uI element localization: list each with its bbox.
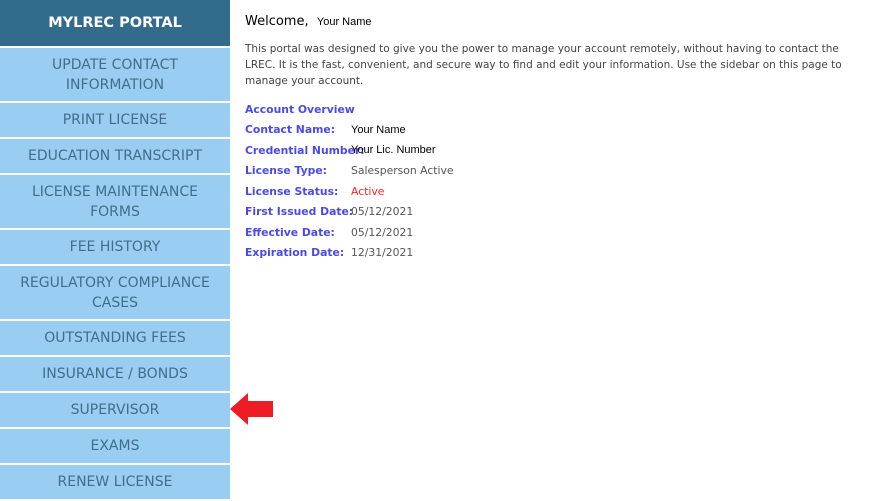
overview-row: Expiration Date: 12/31/2021 [245, 243, 870, 264]
sidebar-item-regulatory-compliance-cases[interactable]: REGULATORY COMPLIANCE CASES [0, 266, 230, 319]
sidebar-item-label: FEE HISTORY [69, 239, 161, 255]
sidebar-item-exams[interactable]: EXAMS [0, 429, 230, 463]
sidebar-item-label: LICENSE MAINTENANCE FORMS [31, 183, 198, 220]
field-label: Expiration Date: [245, 246, 345, 260]
sidebar-item-license-maintenance-forms[interactable]: LICENSE MAINTENANCE FORMS [0, 175, 230, 228]
sidebar: MYLREC PORTAL UPDATE CONTACT INFORMATION… [0, 0, 230, 499]
overview-row: License Status: Active [245, 181, 870, 202]
field-value: Active [351, 184, 385, 198]
field-value: 12/31/2021 [351, 246, 414, 260]
sidebar-item-print-license[interactable]: PRINT LICENSE [0, 103, 230, 137]
overview-title: Account Overview [245, 102, 355, 116]
field-value: Your Name [351, 123, 406, 136]
sidebar-item-supervisor[interactable]: SUPERVISOR [0, 393, 230, 427]
account-overview: Account Overview Contact Name: Your Name C… [245, 99, 870, 263]
overview-row: Credential Number: Your Lic. Number [245, 140, 870, 161]
sidebar-item-renew-license[interactable]: RENEW LICENSE [0, 465, 230, 499]
sidebar-item-label: EDUCATION TRANSCRIPT [27, 148, 203, 164]
field-label: Effective Date: [245, 225, 335, 239]
sidebar-item-insurance-bonds[interactable]: INSURANCE / BONDS [0, 357, 230, 391]
sidebar-item-label: EXAMS [90, 438, 140, 454]
red-arrow-annotation [230, 393, 273, 425]
sidebar-item-label: REGULATORY COMPLIANCE CASES [20, 274, 210, 311]
welcome-label: Welcome, [245, 14, 309, 29]
field-label: License Type: [245, 164, 327, 178]
sidebar-item-label: SUPERVISOR [70, 402, 160, 418]
sidebar-item-label: OUTSTANDING FEES [44, 330, 186, 346]
portal-title: MYLREC PORTAL [0, 0, 230, 46]
sidebar-item-fee-history[interactable]: FEE HISTORY [0, 230, 230, 264]
field-value: 05/12/2021 [351, 205, 414, 219]
field-label: First Issued Date: [245, 205, 354, 219]
sidebar-item-label: INSURANCE / BONDS [42, 366, 188, 382]
overview-row: Contact Name: Your Name [245, 120, 870, 141]
overview-row: Effective Date: 05/12/2021 [245, 222, 870, 243]
welcome-heading: Welcome, Your Name [245, 14, 870, 29]
welcome-name: Your Name [316, 16, 372, 28]
sidebar-item-outstanding-fees[interactable]: OUTSTANDING FEES [0, 321, 230, 355]
sidebar-item-education-transcript[interactable]: EDUCATION TRANSCRIPT [0, 139, 230, 173]
field-label: Credential Number: [245, 143, 365, 157]
field-value: Salesperson Active [351, 164, 454, 178]
field-label: License Status: [245, 184, 339, 198]
sidebar-item-label: RENEW LICENSE [57, 474, 173, 490]
overview-row: First Issued Date: 05/12/2021 [245, 202, 870, 223]
sidebar-item-update-contact-information[interactable]: UPDATE CONTACT INFORMATION [0, 48, 230, 101]
sidebar-item-label: PRINT LICENSE [62, 112, 168, 128]
field-value: Your Lic. Number [351, 144, 436, 157]
main-content: Welcome, Your Name This portal was desig… [245, 14, 870, 263]
overview-row: License Type: Salesperson Active [245, 161, 870, 182]
field-label: Contact Name: [245, 123, 336, 137]
sidebar-item-label: UPDATE CONTACT INFORMATION [52, 56, 178, 93]
intro-text: This portal was designed to give you the… [245, 43, 842, 87]
field-value: 05/12/2021 [351, 225, 414, 239]
